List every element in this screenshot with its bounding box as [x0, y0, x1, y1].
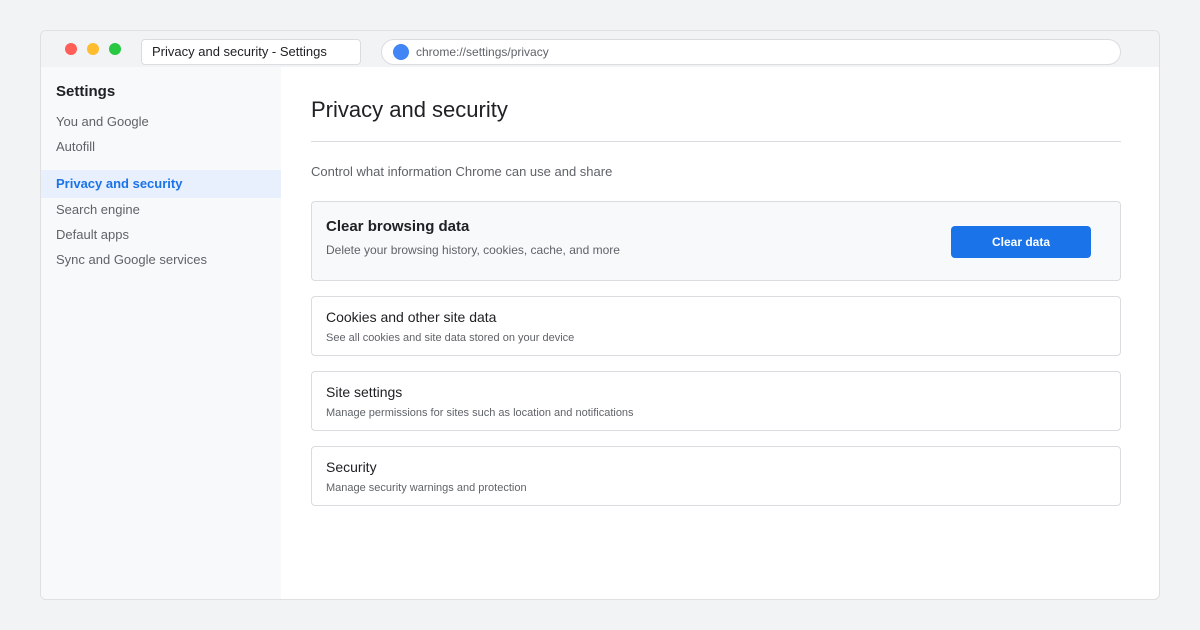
site-settings-card[interactable]: Site settings Manage permissions for sit…: [311, 371, 1121, 431]
card-title: Site settings: [326, 384, 403, 400]
page-subtitle: Control what information Chrome can use …: [311, 164, 613, 179]
clear-browsing-data-card: Clear browsing data Delete your browsing…: [311, 201, 1121, 281]
card-description: See all cookies and site data stored on …: [326, 332, 575, 344]
close-window-button[interactable]: [65, 43, 77, 55]
card-description: Delete your browsing history, cookies, c…: [326, 243, 620, 257]
card-title: Clear browsing data: [326, 218, 470, 235]
sidebar-item-search-engine[interactable]: Search engine: [41, 196, 281, 224]
card-title: Security: [326, 459, 377, 475]
maximize-window-button[interactable]: [109, 43, 121, 55]
card-title: Cookies and other site data: [326, 309, 497, 325]
settings-sidebar: Settings You and Google Autofill Privacy…: [41, 67, 281, 599]
card-description: Manage security warnings and protection: [326, 482, 527, 494]
cookies-site-data-card[interactable]: Cookies and other site data See all cook…: [311, 296, 1121, 356]
sidebar-item-privacy-and-security[interactable]: Privacy and security: [41, 170, 281, 198]
browser-window: Privacy and security - Settings chrome:/…: [40, 30, 1160, 600]
sidebar-item-default-apps[interactable]: Default apps: [41, 221, 281, 249]
address-bar-url: chrome://settings/privacy: [416, 45, 549, 59]
sidebar-item-sync-and-google-services[interactable]: Sync and Google services: [41, 246, 281, 274]
page-title: Privacy and security: [311, 97, 508, 122]
security-card[interactable]: Security Manage security warnings and pr…: [311, 446, 1121, 506]
settings-main: Privacy and security Control what inform…: [281, 67, 1159, 599]
chrome-icon: [393, 44, 409, 60]
address-bar[interactable]: chrome://settings/privacy: [381, 39, 1121, 65]
sidebar-item-you-and-google[interactable]: You and Google: [41, 108, 281, 136]
browser-tab[interactable]: Privacy and security - Settings: [141, 39, 361, 65]
title-divider: [311, 141, 1121, 142]
card-description: Manage permissions for sites such as loc…: [326, 407, 634, 419]
tab-title: Privacy and security - Settings: [152, 44, 327, 59]
sidebar-title: Settings: [56, 83, 116, 100]
clear-data-button[interactable]: Clear data: [951, 226, 1091, 258]
sidebar-item-autofill[interactable]: Autofill: [41, 133, 281, 161]
title-bar: Privacy and security - Settings chrome:/…: [41, 31, 1159, 67]
minimize-window-button[interactable]: [87, 43, 99, 55]
